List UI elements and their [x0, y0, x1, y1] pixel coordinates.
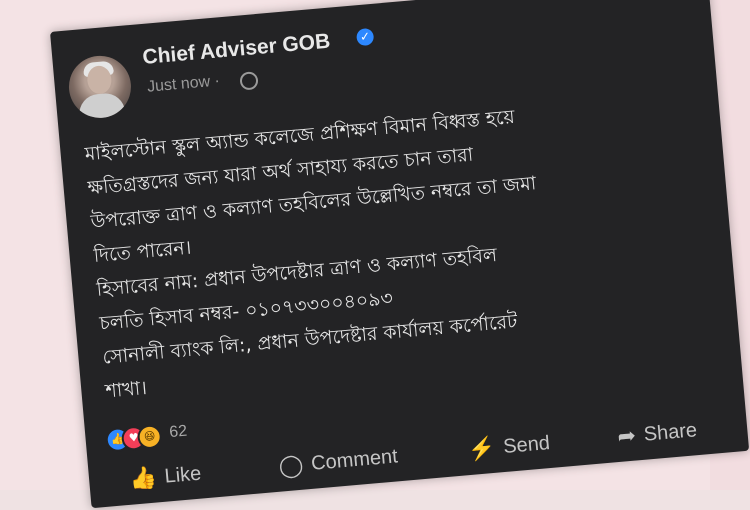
avatar-body: [77, 91, 127, 121]
verified-badge-icon: ✓: [355, 27, 375, 47]
like-label: Like: [163, 462, 203, 488]
share-arrow-icon: ➦: [616, 422, 637, 450]
share-label: Share: [642, 418, 698, 446]
like-button[interactable]: 👍 Like: [128, 461, 202, 493]
send-label: Send: [502, 431, 551, 458]
send-button[interactable]: ⚡ Send: [467, 430, 551, 463]
comment-button[interactable]: ◯ Comment: [278, 443, 399, 479]
author-name[interactable]: Chief Adviser GOB: [142, 30, 332, 70]
author-avatar[interactable]: [66, 53, 134, 121]
post-body-text: মাইলস্টোন স্কুল অ্যান্ড কলেজে প্রশিক্ষণ …: [83, 105, 538, 403]
share-button[interactable]: ➦ Share: [616, 417, 698, 450]
comment-label: Comment: [310, 444, 399, 475]
globe-icon: [239, 71, 259, 91]
post-timestamp[interactable]: Just now ·: [146, 72, 220, 96]
comment-bubble-icon: ◯: [277, 451, 305, 479]
facebook-post-card: Chief Adviser GOB ✓ Just now · মাইলস্টোন…: [50, 0, 750, 509]
thumbs-up-icon: 👍: [128, 464, 158, 492]
messenger-icon: ⚡: [466, 434, 497, 463]
reaction-count: 62: [168, 422, 188, 442]
